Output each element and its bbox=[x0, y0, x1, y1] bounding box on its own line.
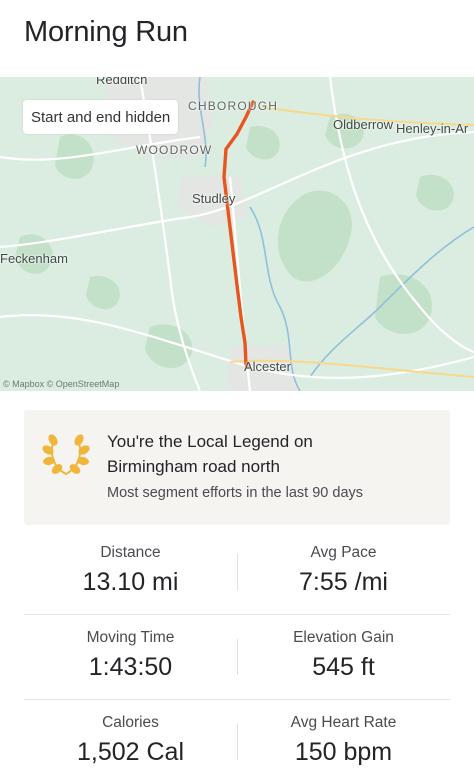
stat-avg-pace: Avg Pace 7:55 /mi bbox=[237, 530, 450, 597]
map-place-label: Studley bbox=[192, 191, 236, 206]
stat-calories: Calories 1,502 Cal bbox=[24, 700, 237, 767]
stat-label: Calories bbox=[102, 714, 159, 731]
stats-row: Calories 1,502 Cal Avg Heart Rate 150 bp… bbox=[24, 700, 450, 784]
stat-elevation-gain: Elevation Gain 545 ft bbox=[237, 615, 450, 682]
stat-label: Elevation Gain bbox=[293, 629, 394, 646]
stat-avg-heart-rate: Avg Heart Rate 150 bpm bbox=[237, 700, 450, 767]
map-attribution[interactable]: © Mapbox © OpenStreetMap bbox=[3, 379, 119, 389]
map-place-label: Redditch bbox=[96, 77, 148, 87]
stat-label: Avg Heart Rate bbox=[290, 714, 397, 731]
map-place-label: Feckenham bbox=[0, 251, 68, 266]
local-legend-card[interactable]: You're the Local Legend on Birmingham ro… bbox=[24, 410, 450, 525]
stat-value: 150 bpm bbox=[294, 738, 393, 766]
stat-label: Moving Time bbox=[86, 629, 175, 646]
route-map[interactable]: Redditch CHBOROUGH WOODROW Studley Oldbe… bbox=[0, 77, 474, 391]
laurel-wreath-icon bbox=[42, 434, 90, 476]
stat-value: 545 ft bbox=[312, 653, 375, 681]
stat-value: 1:43:50 bbox=[88, 653, 173, 681]
stats-row: Moving Time 1:43:50 Elevation Gain 545 f… bbox=[24, 615, 450, 700]
stat-label: Distance bbox=[100, 544, 161, 561]
activity-stats: Distance 13.10 mi Avg Pace 7:55 /mi Movi… bbox=[24, 530, 450, 784]
stat-moving-time: Moving Time 1:43:50 bbox=[24, 615, 237, 682]
map-place-label: Alcester bbox=[244, 359, 291, 374]
stat-label: Avg Pace bbox=[310, 544, 377, 561]
map-place-label: Henley-in-Ar bbox=[396, 121, 469, 136]
legend-segment-name: Birmingham road north bbox=[107, 457, 280, 476]
stat-value: 1,502 Cal bbox=[76, 738, 185, 766]
map-place-label: CHBOROUGH bbox=[188, 99, 279, 113]
map-place-label: Oldberrow bbox=[333, 117, 393, 132]
legend-subtitle: Most segment efforts in the last 90 days bbox=[107, 485, 364, 501]
privacy-badge: Start and end hidden bbox=[23, 100, 179, 134]
stat-distance: Distance 13.10 mi bbox=[24, 530, 237, 597]
stat-value: 13.10 mi bbox=[82, 568, 179, 596]
stat-value: 7:55 /mi bbox=[299, 568, 388, 596]
map-place-label: WOODROW bbox=[136, 143, 213, 157]
stats-row: Distance 13.10 mi Avg Pace 7:55 /mi bbox=[24, 530, 450, 615]
legend-headline: You're the Local Legend on bbox=[107, 432, 313, 451]
activity-title: Morning Run bbox=[24, 16, 188, 48]
